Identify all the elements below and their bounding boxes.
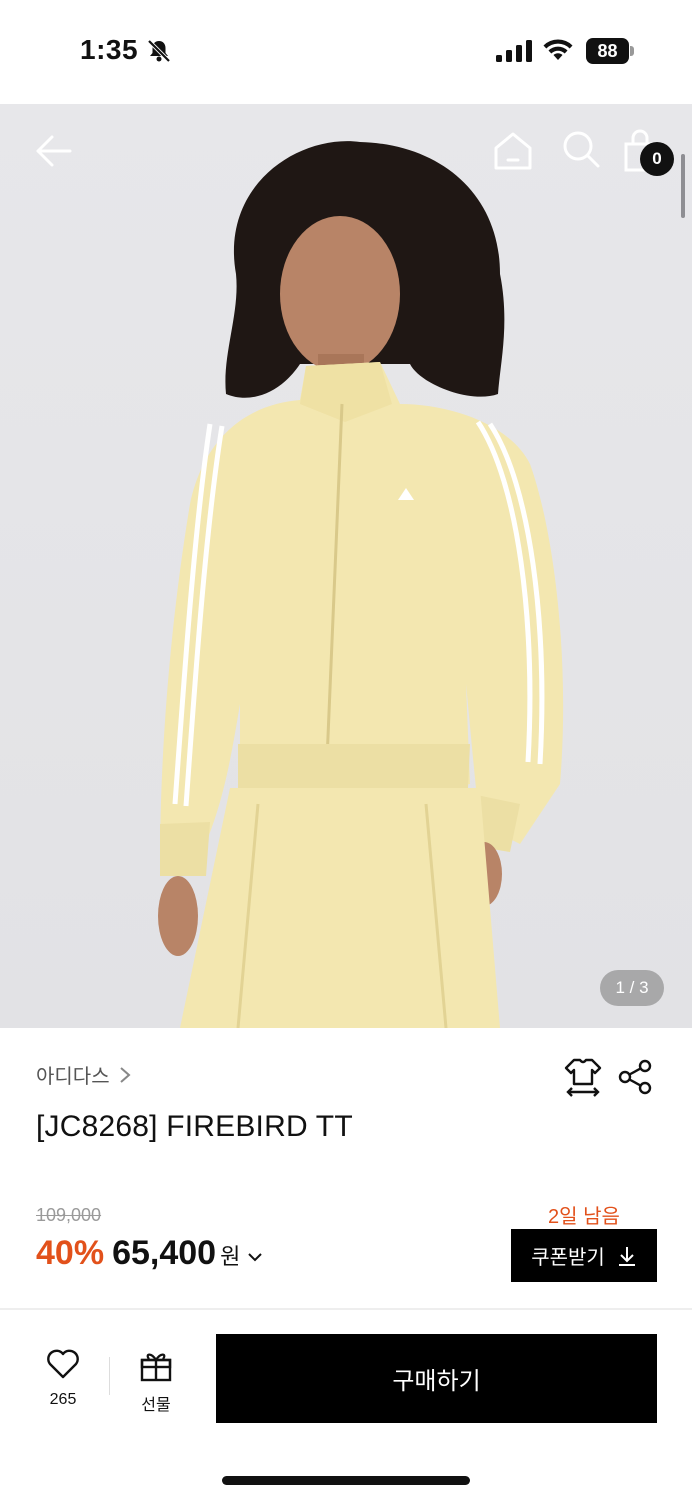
product-title: [JC8268] FIREBIRD TT: [36, 1110, 353, 1143]
wish-count: 265: [49, 1391, 77, 1408]
search-icon[interactable]: [558, 126, 604, 172]
status-time: 1:35: [80, 34, 139, 65]
chevron-down-icon[interactable]: [246, 1250, 264, 1264]
battery-cap: [630, 46, 634, 56]
gift-label: 선물: [141, 1397, 171, 1414]
original-price: 109,000: [36, 1205, 102, 1225]
share-icon[interactable]: [616, 1058, 654, 1096]
scroll-indicator: [681, 154, 685, 218]
bell-muted-icon: [147, 39, 171, 63]
home-icon[interactable]: [490, 128, 536, 174]
signal-icon: [496, 40, 532, 62]
battery-level: 88: [586, 38, 629, 64]
wifi-icon: [543, 39, 573, 60]
get-coupon-button[interactable]: 쿠폰받기: [511, 1229, 657, 1282]
coupon-button-label: 쿠폰받기: [531, 1247, 605, 1269]
brand-name: 아디다스: [36, 1066, 110, 1088]
buy-now-button[interactable]: 구매하기: [216, 1334, 657, 1423]
fit-icon[interactable]: [562, 1056, 604, 1098]
product-image-gallery[interactable]: 0 1 / 3: [0, 104, 692, 1028]
back-arrow-icon[interactable]: [30, 128, 76, 174]
status-bar: 1:35 88: [0, 0, 692, 104]
chevron-right-icon: [119, 1066, 131, 1083]
discount-rate: 40%: [36, 1234, 105, 1272]
coupon-deadline: 2일 남음: [548, 1206, 620, 1228]
price-row[interactable]: 40% 65,400 원: [36, 1234, 264, 1273]
bar-divider: [109, 1357, 110, 1395]
home-indicator: [222, 1476, 470, 1485]
gift-icon: [140, 1353, 172, 1382]
sale-price: 65,400: [112, 1234, 217, 1272]
battery-indicator: 88: [586, 38, 634, 64]
cart-count-badge[interactable]: 0: [640, 142, 674, 176]
currency-unit: 원: [220, 1244, 241, 1269]
wishlist-button[interactable]: 265: [30, 1348, 96, 1409]
brand-link[interactable]: 아디다스: [36, 1060, 132, 1089]
section-divider: [0, 1308, 692, 1310]
gift-button[interactable]: 선물: [124, 1348, 188, 1415]
heart-icon: [47, 1349, 79, 1379]
image-page-counter: 1 / 3: [600, 970, 664, 1006]
download-icon: [618, 1246, 635, 1266]
product-photo: [158, 141, 564, 1028]
